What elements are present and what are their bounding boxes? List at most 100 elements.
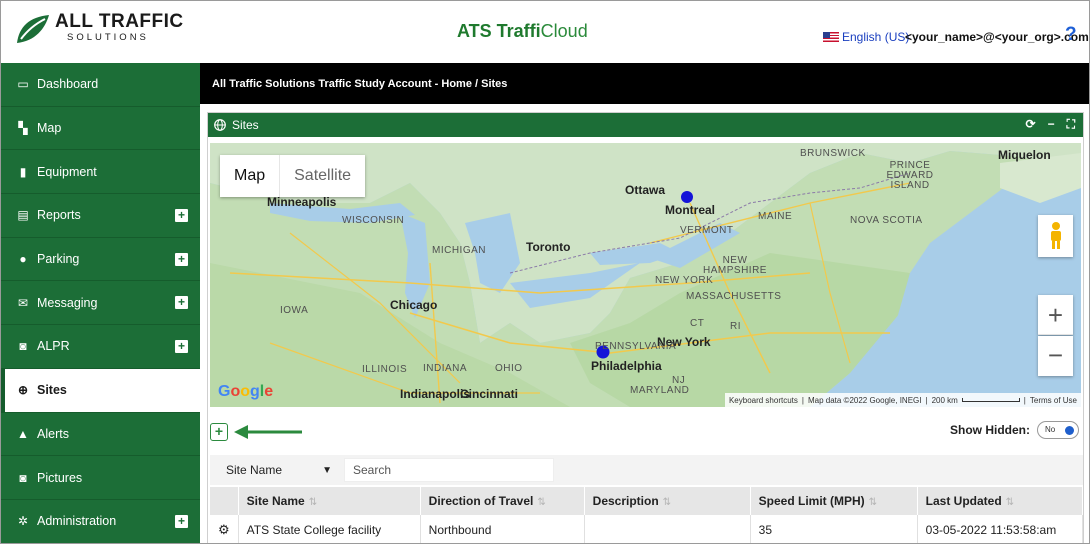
table-row[interactable]: ⚙ ATS State College facility Northbound … [210, 515, 1084, 543]
map-data-credit: Map data ©2022 Google, INEGI [807, 395, 922, 405]
divider: | [801, 395, 804, 405]
sidebar-item-equipment[interactable]: ▮ Equipment [1, 150, 200, 195]
sidebar-item-administration[interactable]: ✲ Administration + [1, 500, 200, 543]
row-settings-icon[interactable]: ⚙ [210, 515, 239, 543]
map-label-region: OHIO [495, 363, 523, 374]
sites-table: Site Name ⇅ Direction of Travel ⇅ Descript… [210, 487, 1084, 543]
sidebar-item-pictures[interactable]: ◙ Pictures [1, 456, 200, 500]
sidebar-item-label: Alerts [37, 426, 69, 441]
sidebar-item-label: Sites [37, 383, 67, 398]
show-hidden-label: Show Hidden: [950, 423, 1030, 437]
sidebar-item-label: Messaging [37, 295, 98, 310]
search-input[interactable]: Search [344, 458, 554, 482]
leaf-logo-icon [17, 15, 49, 43]
map-label-city: Chicago [390, 298, 438, 312]
sidebar-item-label: Reports [37, 208, 81, 223]
search-field-select[interactable]: Site Name ▼ [226, 457, 338, 483]
expand-plus-icon[interactable]: + [175, 209, 188, 223]
map-label-region: MAINE [758, 211, 793, 222]
camera-icon: ◙ [19, 470, 27, 485]
expand-plus-icon[interactable]: + [175, 252, 188, 266]
breadcrumb: All Traffic Solutions Traffic Study Acco… [200, 63, 1089, 104]
add-site-row: + [210, 423, 302, 441]
app-title-bold: ATS Traffi [457, 21, 541, 41]
map-label-region: NEW YORK [655, 275, 714, 286]
traffic-light-icon: ▮ [19, 164, 27, 179]
column-header-last-updated[interactable]: Last Updated ⇅ [917, 487, 1084, 515]
zoom-out-button[interactable]: − [1038, 336, 1073, 376]
sort-icon: ⇅ [537, 497, 546, 508]
map-label-region: MARYLAND [630, 385, 690, 396]
google-logo: Google [218, 383, 274, 400]
sidebar-item-map[interactable]: ▚ Map [1, 107, 200, 151]
fullscreen-icon[interactable]: ⛶ [1067, 117, 1075, 132]
map-type-toggle: Map Satellite [220, 155, 366, 197]
expand-plus-icon[interactable]: + [175, 340, 188, 354]
globe-icon: ⊕ [17, 383, 29, 398]
map-label-region: PRINCE EDWARD ISLAND [886, 160, 934, 191]
sites-panel: Sites ⟳ − ⛶ Minneapolis WISCONSIN MICHIG… [207, 112, 1084, 543]
arrow-left-icon [234, 425, 302, 439]
cell-site-name: ATS State College facility [238, 515, 421, 543]
street-view-pegman-icon[interactable] [1038, 215, 1073, 257]
show-hidden-control: Show Hidden: No [950, 421, 1079, 439]
map-label-region: NEW HAMPSHIRE [703, 255, 767, 276]
envelope-icon: ✉ [17, 295, 29, 310]
laptop-icon: ▭ [17, 77, 29, 92]
map-view-button[interactable]: Map [220, 155, 279, 197]
toggle-knob [1065, 426, 1074, 435]
expand-plus-icon[interactable]: + [175, 514, 188, 528]
sidebar-item-reports[interactable]: ▤ Reports + [1, 194, 200, 238]
refresh-icon[interactable]: ⟳ [1026, 117, 1036, 132]
logo-subtitle: SOLUTIONS [67, 32, 149, 43]
column-header-label: Speed Limit (MPH) [758, 494, 865, 508]
column-header-site-name[interactable]: Site Name ⇅ [238, 487, 421, 515]
us-flag-icon [823, 32, 839, 42]
sidebar-item-alerts[interactable]: ▲ Alerts [1, 413, 200, 457]
scale-bar [961, 398, 1020, 402]
column-header-direction[interactable]: Direction of Travel ⇅ [420, 487, 585, 515]
map-label-region: NOVA SCOTIA [850, 215, 923, 226]
sort-icon: ⇅ [1005, 497, 1015, 508]
search-field-value: Site Name [226, 463, 283, 477]
satellite-view-button[interactable]: Satellite [279, 155, 365, 197]
sidebar-item-label: ALPR [37, 339, 70, 354]
minimize-icon[interactable]: − [1048, 117, 1055, 132]
sidebar-item-dashboard[interactable]: ▭ Dashboard [1, 63, 200, 107]
sidebar-item-label: Map [37, 121, 62, 136]
warning-icon: ▲ [17, 426, 29, 441]
camera-icon: ◙ [19, 339, 27, 354]
divider: | [925, 395, 928, 405]
logo-title: ALL TRAFFIC [55, 11, 184, 32]
map-label-city: Montreal [665, 203, 716, 217]
sites-map[interactable]: Minneapolis WISCONSIN MICHIGAN Toronto Ottaw… [210, 143, 1081, 407]
sidebar-item-parking[interactable]: ● Parking + [1, 238, 200, 282]
sidebar: ▭ Dashboard ▚ Map ▮ Equipment ▤ Reports + ● Parkin… [1, 63, 200, 543]
map-label-region: IOWA [280, 305, 309, 316]
column-header-label: Direction of Travel [428, 494, 534, 508]
expand-plus-icon[interactable]: + [175, 296, 188, 310]
add-site-button[interactable]: + [210, 423, 228, 441]
user-account[interactable]: <your_name>@<your_org>.com [905, 30, 1089, 44]
sidebar-item-alpr[interactable]: ◙ ALPR + [1, 325, 200, 369]
sidebar-item-label: Dashboard [37, 77, 99, 92]
map-label-city: Minneapolis [267, 195, 337, 209]
panel-header: Sites ⟳ − ⛶ [208, 113, 1083, 137]
zoom-in-button[interactable]: + [1038, 295, 1073, 335]
sidebar-item-label: Equipment [37, 164, 97, 179]
help-icon[interactable]: ? [1065, 24, 1077, 46]
sidebar-item-sites[interactable]: ⊕ Sites [1, 368, 200, 413]
sidebar-item-label: Parking [37, 252, 80, 267]
keyboard-shortcuts-link[interactable]: Keyboard shortcuts [729, 396, 798, 405]
column-header-description[interactable]: Description ⇅ [584, 487, 751, 515]
sidebar-item-messaging[interactable]: ✉ Messaging + [1, 281, 200, 326]
show-hidden-toggle[interactable]: No [1037, 421, 1079, 439]
map-label-region: WISCONSIN [342, 215, 405, 226]
column-header-speed-limit[interactable]: Speed Limit (MPH) ⇅ [750, 487, 918, 515]
site-marker[interactable] [681, 191, 693, 203]
terms-of-use-link[interactable]: Terms of Use [1030, 396, 1077, 405]
company-logo[interactable]: ALL TRAFFIC SOLUTIONS [15, 11, 185, 51]
filter-row: Site Name ▼ Search [210, 455, 1083, 485]
map-label-region: MASSACHUSETTS [686, 291, 782, 302]
column-header-label: Description [592, 494, 659, 508]
